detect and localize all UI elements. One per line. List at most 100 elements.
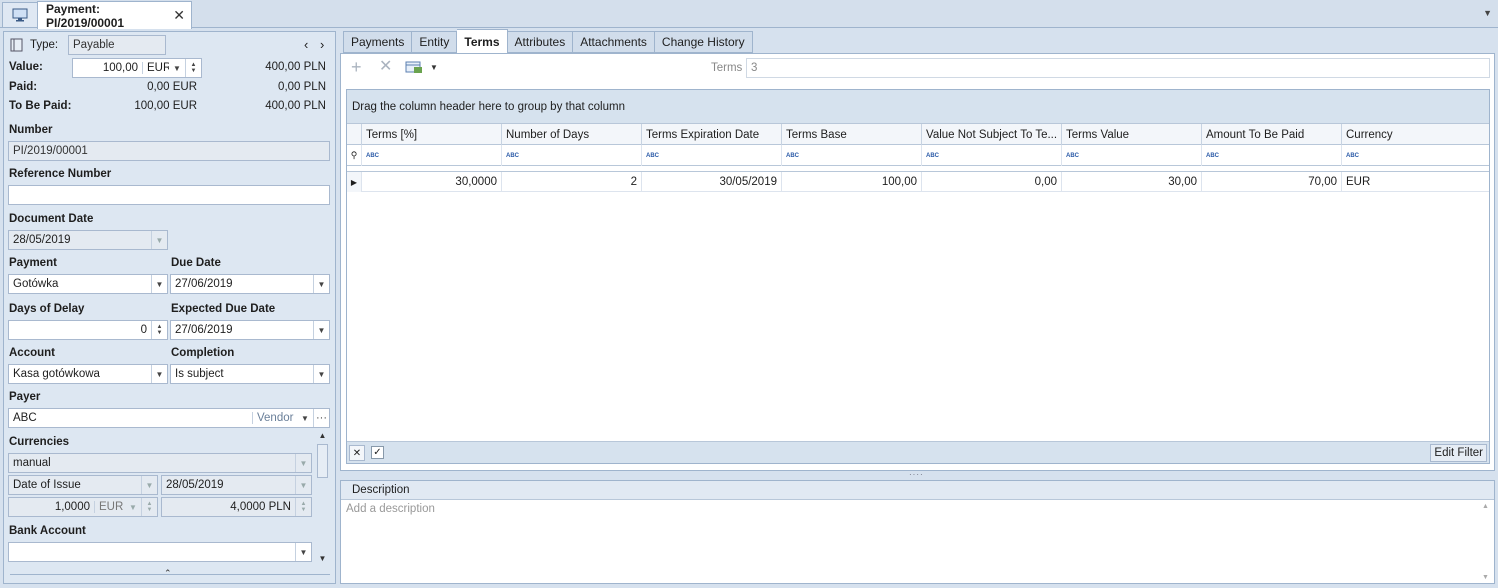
scroll-down-icon[interactable]: ▼ xyxy=(1479,574,1492,581)
table-cell[interactable]: 30,0000 xyxy=(362,172,502,192)
add-icon[interactable]: + xyxy=(351,58,362,76)
spinner-icon[interactable]: ▲ ▼ xyxy=(185,59,201,77)
chevron-down-icon[interactable]: ▼ xyxy=(125,498,141,516)
chevron-right-icon[interactable]: › xyxy=(320,37,324,52)
currency-date-field[interactable]: 28/05/2019 ▼ xyxy=(161,475,312,495)
reference-number-field[interactable] xyxy=(8,185,330,205)
account-select[interactable]: Kasa gotówkowa ▼ xyxy=(8,364,168,384)
chevron-down-icon[interactable]: ▼ xyxy=(151,365,167,383)
edit-filter-button[interactable]: Edit Filter xyxy=(1430,444,1487,462)
table-cell[interactable]: 0,00 xyxy=(922,172,1062,192)
filter-cell[interactable]: ABC xyxy=(1342,145,1489,166)
column-header[interactable]: Terms [%] xyxy=(362,124,502,145)
spinner-icon[interactable]: ▲ ▼ xyxy=(151,321,167,339)
expected-due-date-field[interactable]: 27/06/2019 ▼ xyxy=(170,320,330,340)
column-header[interactable]: Amount To Be Paid xyxy=(1202,124,1342,145)
due-date-field[interactable]: 27/06/2019 ▼ xyxy=(170,274,330,294)
column-header[interactable]: Terms Value xyxy=(1062,124,1202,145)
table-row[interactable]: ▶ 30,0000 2 30/05/2019 100,00 0,00 30,00… xyxy=(347,171,1489,192)
column-header[interactable]: Currency xyxy=(1342,124,1489,145)
chevron-down-icon[interactable]: ▼ xyxy=(297,409,313,427)
scrollbar-thumb[interactable] xyxy=(317,444,328,478)
value-currency: EUR xyxy=(147,62,169,74)
chevron-down-icon[interactable]: ▼ xyxy=(169,59,185,77)
chevron-left-icon[interactable]: ‹ xyxy=(304,37,308,52)
currency-date-type-select[interactable]: Date of Issue ▼ xyxy=(8,475,158,495)
terms-field[interactable]: 3 xyxy=(746,58,1490,78)
filter-cell[interactable]: ABC xyxy=(362,145,502,166)
scrollbar[interactable]: ▲ ▼ xyxy=(1479,503,1492,581)
description-label: Description xyxy=(341,481,1494,500)
filter-enabled-checkbox[interactable]: ✓ xyxy=(371,446,384,459)
days-of-delay-field[interactable]: 0 ▲ ▼ xyxy=(8,320,168,340)
chevron-down-icon[interactable]: ▼ xyxy=(313,365,329,383)
column-header[interactable]: Value Not Subject To Te... xyxy=(922,124,1062,145)
chevron-down-icon[interactable]: ▼ xyxy=(1483,8,1492,18)
due-date-label: Due Date xyxy=(171,257,221,269)
scrollbar[interactable]: ▲ ▼ xyxy=(315,431,330,563)
payment-select[interactable]: Gotówka ▼ xyxy=(8,274,168,294)
splitter-grip-icon[interactable]: ···· xyxy=(909,470,924,479)
table-cell[interactable]: 70,00 xyxy=(1202,172,1342,192)
monitor-icon[interactable] xyxy=(2,2,38,27)
payer-field[interactable]: ABC Vendor ▼ ··· xyxy=(8,408,330,428)
chevron-down-icon[interactable]: ▼ xyxy=(141,476,157,494)
tab-terms[interactable]: Terms xyxy=(457,29,508,53)
chevron-down-icon[interactable]: ▼ xyxy=(313,275,329,293)
table-cell[interactable]: 2 xyxy=(502,172,642,192)
filter-cell[interactable]: ABC xyxy=(642,145,782,166)
exchange-rate-pln-value: 4,0000 PLN xyxy=(230,501,291,513)
terms-label: Terms xyxy=(711,62,743,74)
table-cell[interactable]: 30/05/2019 xyxy=(642,172,782,192)
scroll-up-icon[interactable]: ▲ xyxy=(1479,503,1492,510)
collapse-icon[interactable]: ⌃ xyxy=(164,568,172,579)
document-date-field[interactable]: 28/05/2019 ▼ xyxy=(8,230,168,250)
column-header[interactable]: Terms Expiration Date xyxy=(642,124,782,145)
tab-entity[interactable]: Entity xyxy=(412,31,458,53)
currency-mode-select[interactable]: manual ▼ xyxy=(8,453,312,473)
table-cell[interactable]: 100,00 xyxy=(782,172,922,192)
filter-cell[interactable]: ABC xyxy=(922,145,1062,166)
chevron-down-icon[interactable]: ▼ xyxy=(430,63,438,72)
export-icon[interactable] xyxy=(405,61,423,77)
chevron-down-icon[interactable]: ▼ xyxy=(151,275,167,293)
completion-select[interactable]: Is subject ▼ xyxy=(170,364,330,384)
clear-filter-icon[interactable]: ✕ xyxy=(349,445,365,461)
scroll-up-icon[interactable]: ▲ xyxy=(315,431,330,440)
scroll-down-icon[interactable]: ▼ xyxy=(315,554,330,563)
column-header[interactable]: Number of Days xyxy=(502,124,642,145)
chevron-down-icon[interactable]: ▼ xyxy=(313,321,329,339)
group-panel[interactable]: Drag the column header here to group by … xyxy=(347,90,1489,124)
type-field[interactable]: Payable xyxy=(68,35,166,55)
bank-account-select[interactable]: ▼ xyxy=(8,542,312,562)
spinner-icon[interactable]: ▲ ▼ xyxy=(295,498,311,516)
close-icon[interactable]: ✕ xyxy=(173,7,185,24)
type-label: Type: xyxy=(30,39,59,51)
tab-change-history[interactable]: Change History xyxy=(654,31,753,53)
delete-icon[interactable]: ✕ xyxy=(379,59,392,75)
table-cell[interactable]: 30,00 xyxy=(1062,172,1202,192)
filter-cell[interactable]: ABC xyxy=(1062,145,1202,166)
number-field[interactable]: PI/2019/00001 xyxy=(8,141,330,161)
tab-attachments[interactable]: Attachments xyxy=(573,31,655,53)
exchange-rate-pln-field[interactable]: 4,0000 PLN ▲ ▼ xyxy=(161,497,312,517)
column-header[interactable]: Terms Base xyxy=(782,124,922,145)
description-input[interactable]: Add a description xyxy=(341,500,1494,518)
chevron-down-icon[interactable]: ▼ xyxy=(295,543,311,561)
filter-cell[interactable]: ABC xyxy=(1202,145,1342,166)
filter-cell[interactable]: ABC xyxy=(782,145,922,166)
chevron-down-icon[interactable]: ▼ xyxy=(295,476,311,494)
bank-account-label: Bank Account xyxy=(9,525,86,537)
chevron-down-icon[interactable]: ▼ xyxy=(151,231,167,249)
spinner-icon[interactable]: ▲ ▼ xyxy=(141,498,157,516)
exchange-rate-field[interactable]: 1,0000 EUR ▼ ▲ ▼ xyxy=(8,497,158,517)
tab-attributes[interactable]: Attributes xyxy=(507,31,574,53)
days-of-delay-value: 0 xyxy=(140,324,147,336)
document-tab[interactable]: Payment: PI/2019/00001 ✕ xyxy=(37,1,192,30)
tab-payments[interactable]: Payments xyxy=(343,31,413,53)
more-button[interactable]: ··· xyxy=(313,409,329,427)
value-field[interactable]: 100,00 EUR ▼ ▲ ▼ xyxy=(72,58,202,78)
filter-cell[interactable]: ABC xyxy=(502,145,642,166)
chevron-down-icon[interactable]: ▼ xyxy=(295,454,311,472)
table-cell[interactable]: EUR xyxy=(1342,172,1489,192)
